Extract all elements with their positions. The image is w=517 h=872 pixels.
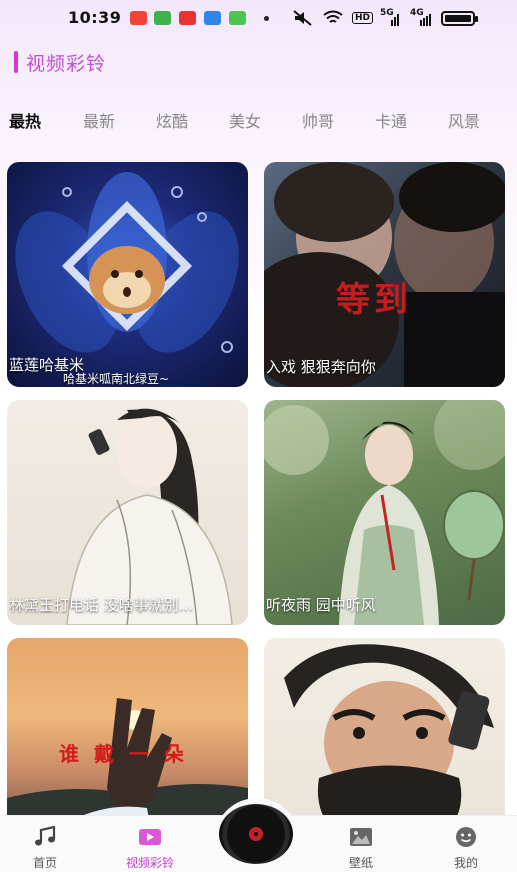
wifi-icon — [323, 10, 343, 23]
card-subtitle: 哈基米呱南北绿豆~ — [63, 372, 170, 386]
smiley-face-icon — [453, 826, 479, 848]
record-label — [249, 827, 263, 841]
card-overlay-text: 谁 戴 一 朵 — [59, 742, 188, 766]
nav-label: 我的 — [453, 856, 478, 870]
tab-handsome[interactable]: 帅哥 — [302, 108, 334, 132]
nav-label: 视频彩铃 — [125, 856, 174, 870]
nav-video-ringtone[interactable]: 视频彩铃 — [110, 826, 190, 871]
video-card[interactable]: 听夜雨 园中听风 — [264, 400, 505, 625]
nav-profile[interactable]: 我的 — [426, 826, 506, 871]
card-thumbnail — [264, 400, 505, 625]
status-time: 10:39 — [68, 8, 122, 27]
tab-newest[interactable]: 最新 — [83, 108, 115, 132]
video-card[interactable]: 林黛玉打电话 没啥事就别... — [7, 400, 248, 625]
message-app-icon — [229, 11, 246, 25]
more-notifications-dot — [264, 16, 269, 21]
nav-label: 首页 — [32, 856, 57, 870]
tab-beauty[interactable]: 美女 — [229, 108, 261, 132]
card-overlay-text: 等到 — [336, 280, 412, 320]
video-card[interactable]: 蓝莲哈基米 哈基米呱南北绿豆~ — [7, 162, 248, 387]
video-play-icon — [137, 826, 163, 848]
nav-wallpaper[interactable]: 壁纸 — [321, 826, 401, 871]
page-header: 视频彩铃 — [14, 50, 107, 75]
tab-scenery[interactable]: 风景 — [448, 108, 480, 132]
app-notification-icon — [130, 11, 147, 25]
music-note-icon — [32, 826, 58, 848]
tab-cool[interactable]: 炫酷 — [156, 108, 188, 132]
signal-bars-icon — [391, 14, 399, 26]
tab-cartoon[interactable]: 卡通 — [375, 108, 407, 132]
image-icon — [348, 826, 374, 848]
app-notification-icon — [204, 11, 221, 25]
mute-icon — [293, 10, 312, 26]
card-caption: 听夜雨 园中听风 — [266, 596, 376, 614]
vinyl-record-icon[interactable] — [219, 804, 293, 864]
video-app-icon — [179, 11, 196, 25]
nav-label: 壁纸 — [348, 856, 373, 870]
video-card[interactable]: 等到 入戏 狠狠奔向你 — [264, 162, 505, 387]
card-caption: 林黛玉打电话 没啥事就别... — [9, 596, 194, 614]
battery-icon — [441, 11, 478, 26]
title-accent-bar — [14, 51, 18, 73]
page-title: 视频彩铃 — [26, 52, 107, 75]
status-bar: 10:39 HD 5G 4G — [0, 0, 517, 36]
card-caption: 入戏 狠狠奔向你 — [266, 358, 376, 376]
app-notification-icon — [154, 11, 171, 25]
signal-bars-icon — [420, 14, 431, 26]
tab-hottest[interactable]: 最热 — [9, 108, 41, 132]
card-thumbnail — [66, 408, 233, 625]
nav-home[interactable]: 首页 — [5, 826, 85, 871]
hd-badge: HD — [352, 12, 374, 24]
category-tabs: 最热 最新 炫酷 美女 帅哥 卡通 风景 — [0, 108, 517, 136]
